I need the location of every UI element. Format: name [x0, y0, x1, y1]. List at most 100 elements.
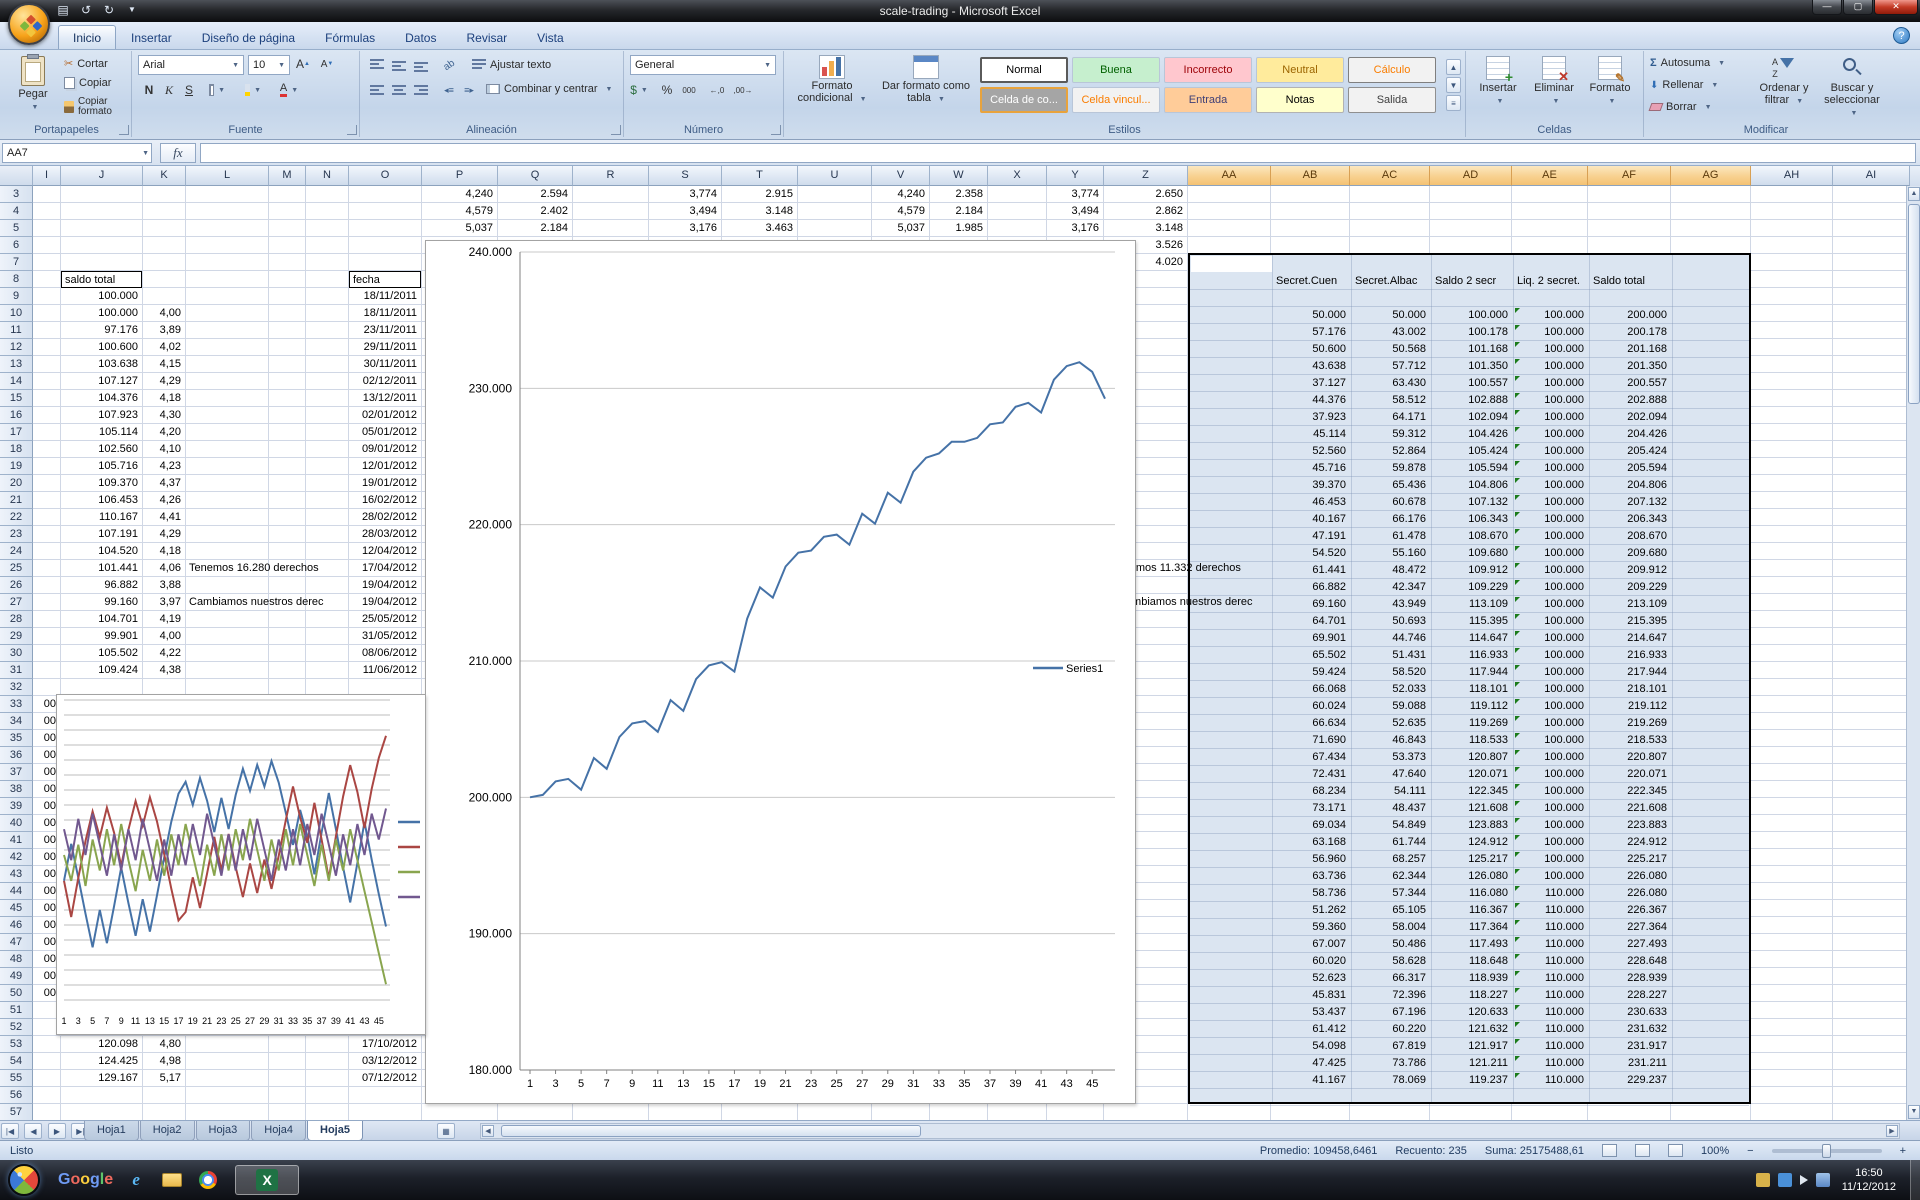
cell-V4[interactable]: 4,579	[874, 203, 925, 220]
panel-cell[interactable]: 52.033	[1354, 681, 1426, 698]
panel-cell[interactable]: 60.220	[1354, 1021, 1426, 1038]
small-line-chart[interactable]: 1357911131517192123252729313335373941434…	[56, 694, 426, 1035]
taskbar-clock[interactable]: 16:50 11/12/2012	[1842, 1166, 1896, 1194]
cell-O30[interactable]: 08/06/2012	[351, 645, 417, 662]
panel-cell[interactable]: 46.843	[1354, 732, 1426, 749]
cell-S3[interactable]: 3,774	[651, 186, 717, 203]
panel-cell[interactable]: 100.000	[1516, 715, 1584, 732]
panel-cell[interactable]: 59.088	[1354, 698, 1426, 715]
panel-cell[interactable]: 44.746	[1354, 630, 1426, 647]
panel-cell[interactable]: 46.453	[1275, 494, 1346, 511]
gallery-more-icon[interactable]: ≡	[1446, 95, 1461, 111]
panel-cell[interactable]: 100.000	[1516, 375, 1584, 392]
currency-format-icon[interactable]: $▼	[630, 81, 648, 99]
panel-cell[interactable]: 61.412	[1275, 1021, 1346, 1038]
cell-J28[interactable]: 104.701	[63, 611, 138, 628]
merge-center-button[interactable]: Combinar y centrar▼	[486, 83, 612, 95]
cell-O20[interactable]: 19/01/2012	[351, 475, 417, 492]
cell-J11[interactable]: 97.176	[63, 322, 138, 339]
row-header-12[interactable]: 12	[0, 339, 33, 356]
cell-J22[interactable]: 110.167	[63, 509, 138, 526]
cell-J10[interactable]: 100.000	[63, 305, 138, 322]
row-header-50[interactable]: 50	[0, 985, 33, 1002]
panel-cell[interactable]: 50.486	[1354, 936, 1426, 953]
cell-Y5[interactable]: 3,176	[1049, 220, 1099, 237]
cell-J31[interactable]: 109.424	[63, 662, 138, 679]
cell-I49[interactable]: 00	[34, 968, 56, 985]
panel-cell[interactable]: 100.000	[1516, 783, 1584, 800]
panel-cell[interactable]: 116.080	[1434, 885, 1508, 902]
panel-cell[interactable]: 121.211	[1434, 1055, 1508, 1072]
row-header-37[interactable]: 37	[0, 764, 33, 781]
row-header-21[interactable]: 21	[0, 492, 33, 509]
cell-J30[interactable]: 105.502	[63, 645, 138, 662]
panel-cell[interactable]: 227.364	[1592, 919, 1667, 936]
panel-cell[interactable]: 220.807	[1592, 749, 1667, 766]
cell-O31[interactable]: 11/06/2012	[351, 662, 417, 679]
clipboard-dialog-launcher-icon[interactable]	[119, 125, 129, 135]
panel-cell[interactable]: 104.426	[1434, 426, 1508, 443]
column-header-AD[interactable]: AD	[1430, 166, 1512, 186]
cell-I48[interactable]: 00	[34, 951, 56, 968]
panel-cell[interactable]: 73.786	[1354, 1055, 1426, 1072]
panel-cell[interactable]: 102.888	[1434, 392, 1508, 409]
gallery-down-icon[interactable]: ▼	[1446, 77, 1461, 93]
cell-L25[interactable]: Tenemos 16.280 derechos	[189, 560, 319, 577]
panel-cell[interactable]: 231.632	[1592, 1021, 1667, 1038]
panel-cell[interactable]: 100.000	[1516, 698, 1584, 715]
panel-cell[interactable]: 100.000	[1516, 392, 1584, 409]
cell-Q3[interactable]: 2.594	[500, 186, 568, 203]
panel-cell[interactable]: 118.533	[1434, 732, 1508, 749]
redo-icon[interactable]: ↻	[100, 2, 118, 19]
align-top-icon[interactable]	[368, 56, 386, 74]
cell-J8[interactable]: saldo total	[61, 271, 142, 288]
cell-style-5[interactable]: Cálculo	[1348, 57, 1436, 83]
row-header-27[interactable]: 27	[0, 594, 33, 611]
panel-cell[interactable]: 42.347	[1354, 579, 1426, 596]
panel-cell[interactable]: 45.716	[1275, 460, 1346, 477]
panel-cell[interactable]: 50.600	[1275, 341, 1346, 358]
column-header-T[interactable]: T	[722, 166, 798, 186]
panel-cell[interactable]: 68.257	[1354, 851, 1426, 868]
row-header-36[interactable]: 36	[0, 747, 33, 764]
row-header-49[interactable]: 49	[0, 968, 33, 985]
minimize-button[interactable]: —	[1812, 0, 1842, 15]
panel-cell[interactable]: 100.000	[1516, 681, 1584, 698]
vertical-scroll-thumb[interactable]	[1908, 204, 1920, 404]
cell-style-10[interactable]: Salida	[1348, 87, 1436, 113]
panel-cell[interactable]: 228.648	[1592, 953, 1667, 970]
help-icon[interactable]: ?	[1893, 27, 1910, 44]
zoom-out-icon[interactable]: −	[1747, 1145, 1753, 1157]
sheet-grid[interactable]: 3456789101112131415161718192021222324252…	[0, 186, 1906, 1120]
cut-button[interactable]: ✂Cortar	[64, 57, 108, 70]
cell-O28[interactable]: 25/05/2012	[351, 611, 417, 628]
panel-cell[interactable]: 45.114	[1275, 426, 1346, 443]
show-desktop-button[interactable]	[1910, 1160, 1920, 1200]
panel-cell[interactable]: 44.376	[1275, 392, 1346, 409]
panel-cell[interactable]: 204.426	[1592, 426, 1667, 443]
cell-style-3[interactable]: Incorrecto	[1164, 57, 1252, 83]
cell-K11[interactable]: 3,89	[145, 322, 181, 339]
row-header-52[interactable]: 52	[0, 1019, 33, 1036]
row-header-18[interactable]: 18	[0, 441, 33, 458]
cell-I43[interactable]: 00	[34, 866, 56, 883]
panel-cell[interactable]: 116.933	[1434, 647, 1508, 664]
row-header-24[interactable]: 24	[0, 543, 33, 560]
cell-J25[interactable]: 101.441	[63, 560, 138, 577]
cell-K19[interactable]: 4,23	[145, 458, 181, 475]
column-header-I[interactable]: I	[33, 166, 61, 186]
panel-cell[interactable]: 57.344	[1354, 885, 1426, 902]
panel-cell[interactable]: 215.395	[1592, 613, 1667, 630]
panel-cell[interactable]: 100.000	[1516, 528, 1584, 545]
folder-icon[interactable]	[159, 1167, 185, 1193]
panel-cell[interactable]: 65.436	[1354, 477, 1426, 494]
panel-cell[interactable]: 100.000	[1516, 630, 1584, 647]
panel-cell[interactable]: 100.000	[1516, 579, 1584, 596]
increase-indent-icon[interactable]: ≡▸	[460, 81, 478, 99]
panel-cell[interactable]: 104.806	[1434, 477, 1508, 494]
panel-cell[interactable]: 69.901	[1275, 630, 1346, 647]
panel-cell[interactable]: 124.912	[1434, 834, 1508, 851]
row-header-43[interactable]: 43	[0, 866, 33, 883]
row-header-7[interactable]: 7	[0, 254, 33, 271]
row-header-54[interactable]: 54	[0, 1053, 33, 1070]
